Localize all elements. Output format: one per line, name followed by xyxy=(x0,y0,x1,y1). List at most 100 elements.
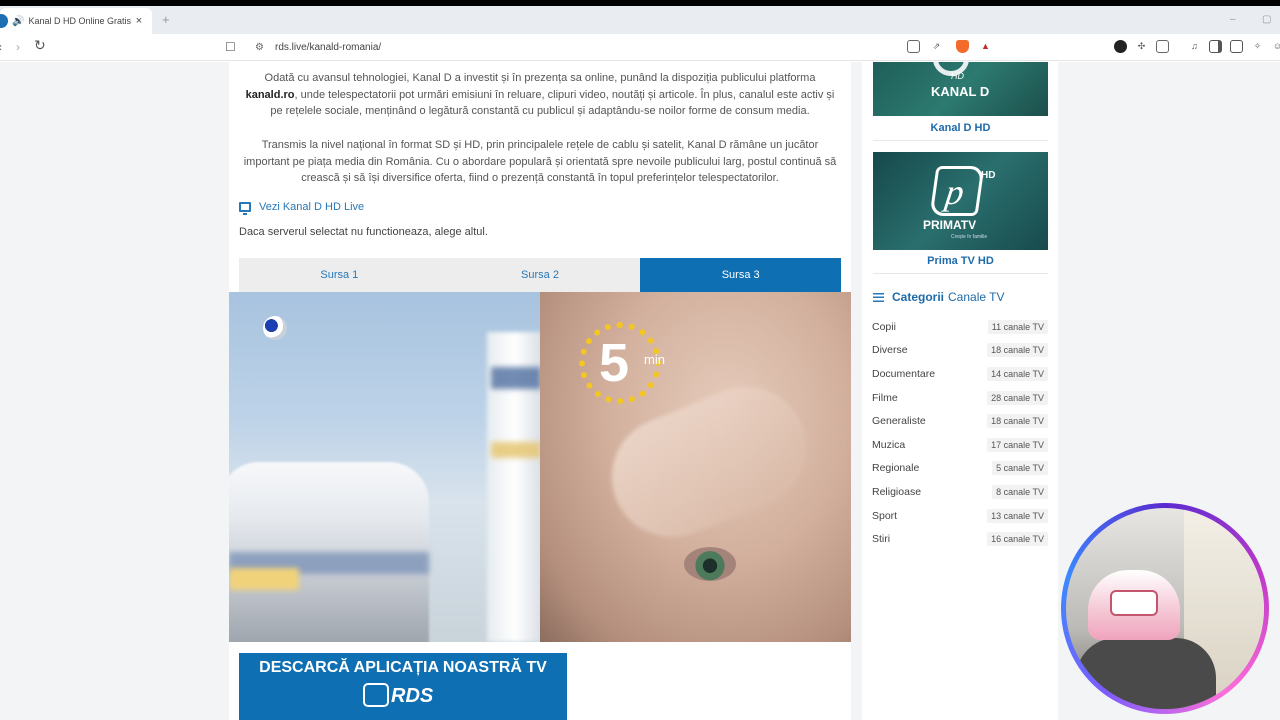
speaker-icon[interactable]: 🔊 xyxy=(12,16,24,27)
category-item[interactable]: Regionale 5 canale TV xyxy=(872,457,1048,481)
new-tab-button[interactable]: + xyxy=(162,12,170,27)
video-player[interactable]: 5 min xyxy=(229,292,851,642)
category-name[interactable]: Muzica xyxy=(872,439,905,451)
category-name[interactable]: Generaliste xyxy=(872,415,926,427)
minimize-icon[interactable]: – xyxy=(1230,14,1236,25)
category-count: 14 canale TV xyxy=(987,366,1048,381)
list-icon xyxy=(873,292,884,302)
site-favicon xyxy=(0,14,8,28)
server-note: Daca serverul selectat nu functioneaza, … xyxy=(239,226,488,238)
webcam-person xyxy=(1076,638,1216,709)
divider xyxy=(873,273,1048,274)
channel-logo-icon xyxy=(263,316,287,340)
video-tube-band xyxy=(491,442,541,458)
category-count: 17 canale TV xyxy=(987,437,1048,452)
ad-timer-value: 5 xyxy=(599,333,630,393)
video-tube-band xyxy=(491,367,541,389)
category-name[interactable]: Diverse xyxy=(872,344,908,356)
app-download-banner[interactable]: DESCARCĂ APLICAȚIA NOASTRĂ TV RDS xyxy=(239,653,567,720)
primatv-thumbnail[interactable]: p HD PRIMATV Crește în familie xyxy=(873,152,1048,250)
tab-strip: 🔊 Kanal D HD Online Gratis - RDS × + – ▢ xyxy=(0,6,1280,34)
category-name[interactable]: Religioase xyxy=(872,486,921,498)
category-count: 8 canale TV xyxy=(992,484,1048,499)
tab-sursa-1[interactable]: Sursa 1 xyxy=(239,258,440,292)
category-item[interactable]: Sport 13 canale TV xyxy=(872,504,1048,528)
category-count: 5 canale TV xyxy=(992,461,1048,476)
kanald-site-link[interactable]: kanald.ro xyxy=(246,89,295,101)
category-count: 18 canale TV xyxy=(987,414,1048,429)
category-count: 11 canale TV xyxy=(987,319,1048,334)
tab-sursa-2[interactable]: Sursa 2 xyxy=(440,258,641,292)
primatv-logo-letter: p xyxy=(943,172,967,212)
categories-heading-bold: Categorii xyxy=(892,290,945,304)
back-icon[interactable]: ‹ xyxy=(0,39,2,55)
category-name[interactable]: Stiri xyxy=(872,533,890,545)
wallet-icon[interactable] xyxy=(1230,40,1243,53)
category-name[interactable]: Sport xyxy=(872,510,897,522)
sidebar-icon[interactable] xyxy=(1209,40,1222,53)
banner-brand: RDS xyxy=(391,685,434,707)
video-eye xyxy=(684,547,736,581)
forward-icon[interactable]: › xyxy=(16,39,20,55)
category-item[interactable]: Filme 28 canale TV xyxy=(872,386,1048,410)
primatv-logo-icon: p xyxy=(929,166,985,216)
brave-shield-icon[interactable] xyxy=(956,40,969,53)
primatv-hd-badge: HD xyxy=(981,170,996,181)
ai-icon[interactable]: ✧ xyxy=(1251,40,1264,53)
webcam-cap-patch xyxy=(1110,590,1158,616)
reader-icon[interactable] xyxy=(907,40,920,53)
tab-sursa-3[interactable]: Sursa 3 xyxy=(640,258,842,292)
share-icon[interactable]: ⇗ xyxy=(930,40,943,53)
category-item[interactable]: Documentare 14 canale TV xyxy=(872,362,1048,386)
ad-timer-unit: min xyxy=(644,352,665,367)
music-icon[interactable]: ♫ xyxy=(1188,40,1201,53)
categories-heading-rest: Canale TV xyxy=(948,290,1005,304)
main-content: Odată cu avansul tehnologiei, Kanal D a … xyxy=(229,62,851,720)
extension-icon[interactable] xyxy=(1114,40,1127,53)
description-paragraph-1: Odată cu avansul tehnologiei, Kanal D a … xyxy=(245,72,835,118)
kanald-label[interactable]: Kanal D HD xyxy=(873,122,1048,134)
webcam-overlay xyxy=(1061,503,1269,714)
category-count: 13 canale TV xyxy=(987,508,1048,523)
tv-logo-icon xyxy=(363,683,389,707)
category-item[interactable]: Muzica 17 canale TV xyxy=(872,433,1048,457)
primatv-tagline: Crește în familie xyxy=(951,234,988,240)
tab-close-icon[interactable]: × xyxy=(132,15,146,27)
category-item[interactable]: Copii 11 canale TV xyxy=(872,315,1048,339)
category-name[interactable]: Copii xyxy=(872,321,896,333)
rewards-icon[interactable]: ▲ xyxy=(979,40,992,53)
maximize-icon[interactable]: ▢ xyxy=(1262,14,1271,25)
primatv-logo-text: PRIMATV xyxy=(923,218,977,232)
primatv-label[interactable]: Prima TV HD xyxy=(873,255,1048,267)
category-count: 18 canale TV xyxy=(987,343,1048,358)
reload-icon[interactable]: ↻ xyxy=(34,37,46,53)
divider xyxy=(873,140,1048,141)
category-item[interactable]: Religioase 8 canale TV xyxy=(872,480,1048,504)
tab-title: Kanal D HD Online Gratis - RDS xyxy=(28,16,132,26)
menu-icon[interactable]: ☺ xyxy=(1271,40,1280,53)
live-link-text[interactable]: Vezi Kanal D HD Live xyxy=(259,201,364,213)
camera-icon[interactable] xyxy=(1156,40,1169,53)
puzzle-icon[interactable]: ✣ xyxy=(1135,40,1148,53)
bookmark-icon[interactable]: ☐ xyxy=(225,40,245,54)
categories-heading: Categorii Canale TV xyxy=(873,290,1005,304)
category-name[interactable]: Filme xyxy=(872,392,898,404)
site-info-icon[interactable]: ⚙ xyxy=(255,42,275,53)
address-bar[interactable]: ☐ ⚙ rds.live/kanald-romania/ xyxy=(225,37,1005,57)
category-list: Copii 11 canale TV Diverse 18 canale TV Do… xyxy=(872,315,1048,551)
category-item[interactable]: Stiri 16 canale TV xyxy=(872,527,1048,551)
kanald-thumbnail[interactable]: HD KANAL D xyxy=(873,62,1048,116)
kanald-logo-text: KANAL D xyxy=(931,84,990,99)
category-item[interactable]: Generaliste 18 canale TV xyxy=(872,409,1048,433)
sidebar: HD KANAL D Kanal D HD p HD PRIMATV Creșt… xyxy=(862,62,1058,720)
category-name[interactable]: Documentare xyxy=(872,368,935,380)
category-count: 28 canale TV xyxy=(987,390,1048,405)
webcam-feed xyxy=(1066,508,1264,709)
kanald-hd-badge: HD xyxy=(951,71,964,81)
banner-title: DESCARCĂ APLICAȚIA NOASTRĂ TV xyxy=(259,659,547,676)
url-text[interactable]: rds.live/kanald-romania/ xyxy=(275,42,381,53)
category-item[interactable]: Diverse 18 canale TV xyxy=(872,339,1048,363)
category-name[interactable]: Regionale xyxy=(872,462,919,474)
live-link[interactable]: Vezi Kanal D HD Live xyxy=(239,201,364,215)
browser-tab[interactable]: 🔊 Kanal D HD Online Gratis - RDS × xyxy=(0,8,152,34)
